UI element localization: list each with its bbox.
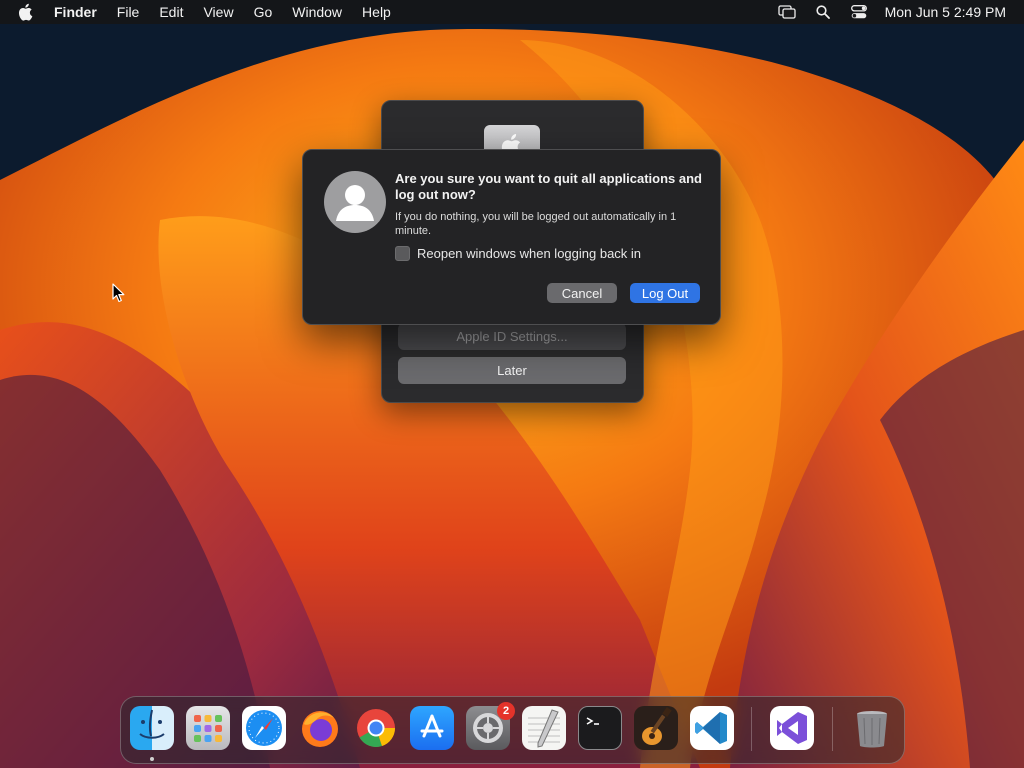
menu-bar: Finder File Edit View Go Window Help Mon… <box>0 0 1024 24</box>
dock-chrome-icon[interactable] <box>354 706 398 750</box>
reopen-windows-label: Reopen windows when logging back in <box>417 246 642 261</box>
dialog-message: If you do nothing, you will be logged ou… <box>395 211 677 237</box>
menu-edit[interactable]: Edit <box>149 0 193 24</box>
user-avatar-icon <box>324 171 386 233</box>
desktop: Finder File Edit View Go Window Help Mon… <box>0 0 1024 768</box>
dock-vscode-icon[interactable] <box>690 706 734 750</box>
apple-id-settings-button[interactable]: Apple ID Settings... <box>398 323 626 350</box>
control-center-icon[interactable] <box>849 2 869 22</box>
menu-file[interactable]: File <box>107 0 150 24</box>
dock-textedit-icon[interactable] <box>522 706 566 750</box>
spotlight-search-icon[interactable] <box>813 2 833 22</box>
dock-firefox-icon[interactable] <box>298 706 342 750</box>
later-button[interactable]: Later <box>398 357 626 384</box>
reopen-windows-checkbox[interactable] <box>395 246 410 261</box>
dock-separator <box>751 707 752 751</box>
finder-running-indicator <box>150 757 154 761</box>
mouse-cursor-icon <box>112 283 125 303</box>
menu-bar-clock[interactable]: Mon Jun 5 2:49 PM <box>885 4 1006 20</box>
dock-separator <box>832 707 833 751</box>
system-settings-badge: 2 <box>497 702 515 720</box>
dialog-title: Are you sure you want to quit all applic… <box>395 171 702 202</box>
dock-garageband-icon[interactable] <box>634 706 678 750</box>
dock-launchpad-icon[interactable] <box>186 706 230 750</box>
dock-visual-studio-icon[interactable] <box>770 706 814 750</box>
dock: 2 <box>120 696 905 764</box>
menu-help[interactable]: Help <box>352 0 401 24</box>
log-out-button[interactable]: Log Out <box>630 283 700 303</box>
dock-terminal-icon[interactable] <box>578 706 622 750</box>
menu-go[interactable]: Go <box>244 0 283 24</box>
menu-view[interactable]: View <box>193 0 243 24</box>
dock-finder-icon[interactable] <box>130 706 174 750</box>
screen-mirroring-icon[interactable] <box>777 2 797 22</box>
reopen-windows-row[interactable]: Reopen windows when logging back in <box>395 246 641 261</box>
menu-window[interactable]: Window <box>282 0 352 24</box>
dock-trash-icon[interactable] <box>850 706 894 750</box>
logout-dialog: Are you sure you want to quit all applic… <box>302 149 721 325</box>
apple-menu-icon[interactable] <box>18 0 38 24</box>
menu-app-finder[interactable]: Finder <box>52 0 107 24</box>
dock-safari-icon[interactable] <box>242 706 286 750</box>
dock-app-store-icon[interactable] <box>410 706 454 750</box>
cancel-button[interactable]: Cancel <box>547 283 617 303</box>
